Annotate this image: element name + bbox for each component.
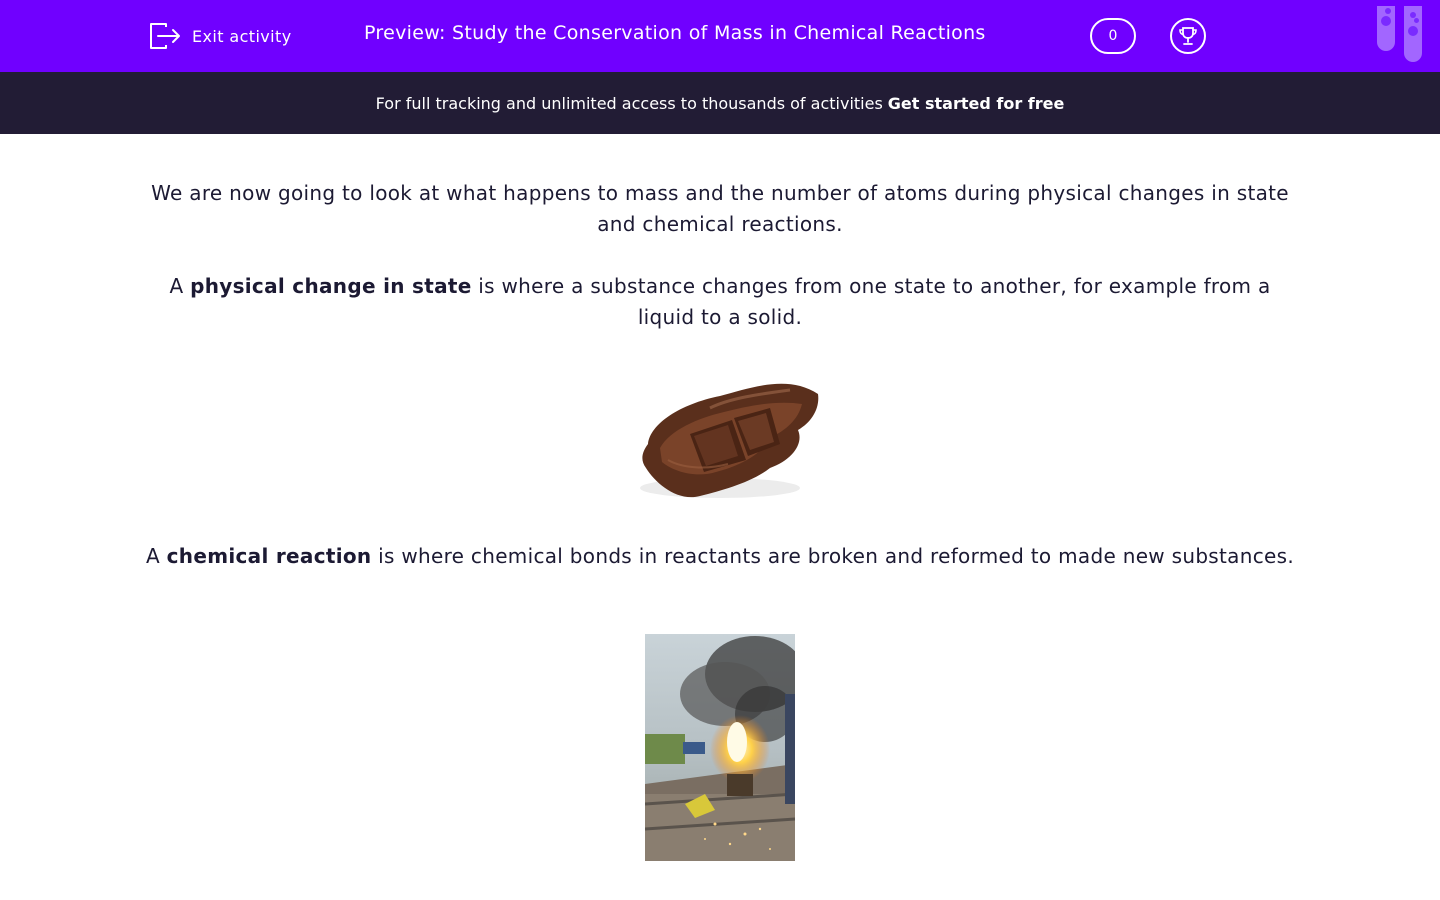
top-bar: Exit activity Preview: Study the Conserv… <box>0 0 1440 72</box>
score-counter: 0 <box>1090 18 1136 54</box>
signup-banner: For full tracking and unlimited access t… <box>0 72 1440 134</box>
physical-term: physical change in state <box>190 274 472 298</box>
trophy-button[interactable] <box>1170 18 1206 54</box>
exit-activity-button[interactable]: Exit activity <box>148 20 292 52</box>
page-title: Preview: Study the Conservation of Mass … <box>364 22 986 44</box>
exit-activity-label: Exit activity <box>192 26 292 46</box>
physical-definition: is where a substance changes from one st… <box>471 274 1271 329</box>
chemical-reaction-paragraph: A chemical reaction is where chemical bo… <box>140 541 1300 572</box>
thermite-fire-image <box>645 634 795 861</box>
trophy-icon <box>1179 27 1197 45</box>
intro-paragraph: We are now going to look at what happens… <box>151 181 1289 236</box>
physical-prefix: A <box>169 274 191 298</box>
chemical-prefix: A <box>146 544 167 568</box>
test-tube-right <box>1404 6 1422 62</box>
chemical-term: chemical reaction <box>166 544 372 568</box>
exit-icon <box>150 23 180 49</box>
melted-chocolate-image <box>620 364 820 510</box>
get-started-link[interactable]: Get started for free <box>888 94 1065 113</box>
physical-change-paragraph: A physical change in state is where a su… <box>140 271 1300 333</box>
chemical-definition: is where chemical bonds in reactants are… <box>371 544 1294 568</box>
banner-text: For full tracking and unlimited access t… <box>375 93 883 113</box>
test-tube-left <box>1377 6 1395 51</box>
